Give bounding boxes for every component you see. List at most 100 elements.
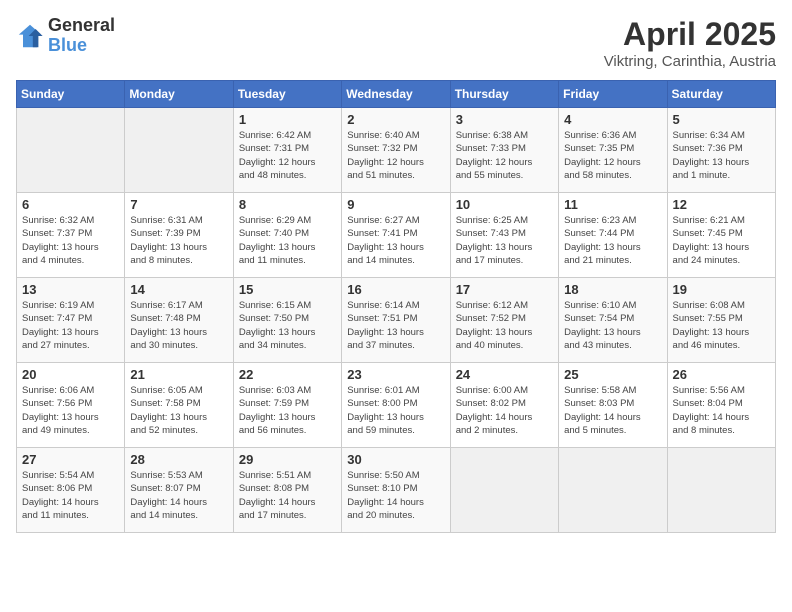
calendar-cell: 13 Sunrise: 6:19 AM Sunset: 7:47 PM Dayli…: [17, 278, 125, 363]
month-title: April 2025: [604, 16, 776, 53]
day-info: Sunrise: 6:10 AM Sunset: 7:54 PM Dayligh…: [564, 299, 661, 352]
day-number: 4: [564, 112, 661, 127]
day-info: Sunrise: 6:31 AM Sunset: 7:39 PM Dayligh…: [130, 214, 227, 267]
day-number: 12: [673, 197, 770, 212]
day-number: 22: [239, 367, 336, 382]
day-number: 11: [564, 197, 661, 212]
calendar-cell: 11 Sunrise: 6:23 AM Sunset: 7:44 PM Dayli…: [559, 193, 667, 278]
calendar-cell: 5 Sunrise: 6:34 AM Sunset: 7:36 PM Daylig…: [667, 108, 775, 193]
calendar-cell: 24 Sunrise: 6:00 AM Sunset: 8:02 PM Dayli…: [450, 363, 558, 448]
header: General Blue April 2025 Viktring, Carint…: [16, 16, 776, 70]
day-info: Sunrise: 5:50 AM Sunset: 8:10 PM Dayligh…: [347, 469, 444, 522]
day-number: 26: [673, 367, 770, 382]
logo-icon: [16, 22, 44, 50]
day-info: Sunrise: 6:32 AM Sunset: 7:37 PM Dayligh…: [22, 214, 119, 267]
day-number: 30: [347, 452, 444, 467]
day-info: Sunrise: 5:56 AM Sunset: 8:04 PM Dayligh…: [673, 384, 770, 437]
calendar-cell: [667, 448, 775, 533]
calendar-cell: 17Sunrise: 6:12 AM Sunset: 7:52 PM Dayli…: [450, 278, 558, 363]
day-number: 8: [239, 197, 336, 212]
day-info: Sunrise: 6:29 AM Sunset: 7:40 PM Dayligh…: [239, 214, 336, 267]
day-number: 7: [130, 197, 227, 212]
calendar-cell: 10 Sunrise: 6:25 AM Sunset: 7:43 PM Dayli…: [450, 193, 558, 278]
day-number: 18: [564, 282, 661, 297]
day-info: Sunrise: 6:19 AM Sunset: 7:47 PM Dayligh…: [22, 299, 119, 352]
day-info: Sunrise: 6:34 AM Sunset: 7:36 PM Dayligh…: [673, 129, 770, 182]
calendar-cell: 21 Sunrise: 6:05 AM Sunset: 7:58 PM Dayli…: [125, 363, 233, 448]
day-info: Sunrise: 6:36 AM Sunset: 7:35 PM Dayligh…: [564, 129, 661, 182]
logo: General Blue: [16, 16, 115, 56]
calendar-week-row: 1Sunrise: 6:42 AM Sunset: 7:31 PM Daylig…: [17, 108, 776, 193]
day-number: 16: [347, 282, 444, 297]
calendar-cell: 19 Sunrise: 6:08 AM Sunset: 7:55 PM Dayli…: [667, 278, 775, 363]
day-number: 20: [22, 367, 119, 382]
day-number: 5: [673, 112, 770, 127]
location-subtitle: Viktring, Carinthia, Austria: [604, 53, 776, 70]
day-info: Sunrise: 5:53 AM Sunset: 8:07 PM Dayligh…: [130, 469, 227, 522]
day-info: Sunrise: 6:40 AM Sunset: 7:32 PM Dayligh…: [347, 129, 444, 182]
calendar-cell: 28 Sunrise: 5:53 AM Sunset: 8:07 PM Dayli…: [125, 448, 233, 533]
day-info: Sunrise: 6:25 AM Sunset: 7:43 PM Dayligh…: [456, 214, 553, 267]
day-number: 14: [130, 282, 227, 297]
logo-text: General Blue: [48, 16, 115, 56]
day-info: Sunrise: 6:38 AM Sunset: 7:33 PM Dayligh…: [456, 129, 553, 182]
day-number: 2: [347, 112, 444, 127]
day-number: 27: [22, 452, 119, 467]
calendar-cell: [17, 108, 125, 193]
weekday-header: Sunday: [17, 81, 125, 108]
day-number: 23: [347, 367, 444, 382]
calendar-cell: 2 Sunrise: 6:40 AM Sunset: 7:32 PM Daylig…: [342, 108, 450, 193]
day-info: Sunrise: 5:51 AM Sunset: 8:08 PM Dayligh…: [239, 469, 336, 522]
day-number: 28: [130, 452, 227, 467]
calendar-cell: 15 Sunrise: 6:15 AM Sunset: 7:50 PM Dayli…: [233, 278, 341, 363]
calendar-cell: 18 Sunrise: 6:10 AM Sunset: 7:54 PM Dayli…: [559, 278, 667, 363]
weekday-header: Thursday: [450, 81, 558, 108]
weekday-header: Saturday: [667, 81, 775, 108]
calendar-cell: 12 Sunrise: 6:21 AM Sunset: 7:45 PM Dayli…: [667, 193, 775, 278]
calendar-cell: 6 Sunrise: 6:32 AM Sunset: 7:37 PM Daylig…: [17, 193, 125, 278]
day-info: Sunrise: 6:12 AM Sunset: 7:52 PM Dayligh…: [456, 299, 553, 352]
day-number: 15: [239, 282, 336, 297]
day-info: Sunrise: 6:23 AM Sunset: 7:44 PM Dayligh…: [564, 214, 661, 267]
day-info: Sunrise: 6:17 AM Sunset: 7:48 PM Dayligh…: [130, 299, 227, 352]
calendar-cell: 16 Sunrise: 6:14 AM Sunset: 7:51 PM Dayli…: [342, 278, 450, 363]
day-info: Sunrise: 5:54 AM Sunset: 8:06 PM Dayligh…: [22, 469, 119, 522]
weekday-header: Tuesday: [233, 81, 341, 108]
calendar-cell: 7 Sunrise: 6:31 AM Sunset: 7:39 PM Daylig…: [125, 193, 233, 278]
weekday-header: Monday: [125, 81, 233, 108]
day-info: Sunrise: 5:58 AM Sunset: 8:03 PM Dayligh…: [564, 384, 661, 437]
day-number: 6: [22, 197, 119, 212]
calendar-cell: 3 Sunrise: 6:38 AM Sunset: 7:33 PM Daylig…: [450, 108, 558, 193]
calendar-cell: 8 Sunrise: 6:29 AM Sunset: 7:40 PM Daylig…: [233, 193, 341, 278]
calendar-cell: 22 Sunrise: 6:03 AM Sunset: 7:59 PM Dayli…: [233, 363, 341, 448]
calendar-cell: [125, 108, 233, 193]
calendar-week-row: 27 Sunrise: 5:54 AM Sunset: 8:06 PM Dayli…: [17, 448, 776, 533]
day-number: 24: [456, 367, 553, 382]
calendar-week-row: 20 Sunrise: 6:06 AM Sunset: 7:56 PM Dayli…: [17, 363, 776, 448]
calendar-cell: [450, 448, 558, 533]
day-number: 19: [673, 282, 770, 297]
day-info: Sunrise: 6:21 AM Sunset: 7:45 PM Dayligh…: [673, 214, 770, 267]
calendar-cell: 29 Sunrise: 5:51 AM Sunset: 8:08 PM Dayli…: [233, 448, 341, 533]
day-number: 9: [347, 197, 444, 212]
calendar-week-row: 6 Sunrise: 6:32 AM Sunset: 7:37 PM Daylig…: [17, 193, 776, 278]
day-info: Sunrise: 6:14 AM Sunset: 7:51 PM Dayligh…: [347, 299, 444, 352]
day-info: Sunrise: 6:06 AM Sunset: 7:56 PM Dayligh…: [22, 384, 119, 437]
day-number: 3: [456, 112, 553, 127]
weekday-header: Friday: [559, 81, 667, 108]
calendar-cell: 23Sunrise: 6:01 AM Sunset: 8:00 PM Dayli…: [342, 363, 450, 448]
day-number: 13: [22, 282, 119, 297]
day-info: Sunrise: 6:00 AM Sunset: 8:02 PM Dayligh…: [456, 384, 553, 437]
day-info: Sunrise: 6:08 AM Sunset: 7:55 PM Dayligh…: [673, 299, 770, 352]
day-number: 10: [456, 197, 553, 212]
day-info: Sunrise: 6:27 AM Sunset: 7:41 PM Dayligh…: [347, 214, 444, 267]
calendar-cell: 30 Sunrise: 5:50 AM Sunset: 8:10 PM Dayli…: [342, 448, 450, 533]
day-number: 21: [130, 367, 227, 382]
day-info: Sunrise: 6:05 AM Sunset: 7:58 PM Dayligh…: [130, 384, 227, 437]
day-info: Sunrise: 6:15 AM Sunset: 7:50 PM Dayligh…: [239, 299, 336, 352]
day-number: 29: [239, 452, 336, 467]
calendar-cell: 4 Sunrise: 6:36 AM Sunset: 7:35 PM Daylig…: [559, 108, 667, 193]
day-info: Sunrise: 6:03 AM Sunset: 7:59 PM Dayligh…: [239, 384, 336, 437]
calendar-cell: 26 Sunrise: 5:56 AM Sunset: 8:04 PM Dayli…: [667, 363, 775, 448]
calendar-table: SundayMondayTuesdayWednesdayThursdayFrid…: [16, 80, 776, 533]
